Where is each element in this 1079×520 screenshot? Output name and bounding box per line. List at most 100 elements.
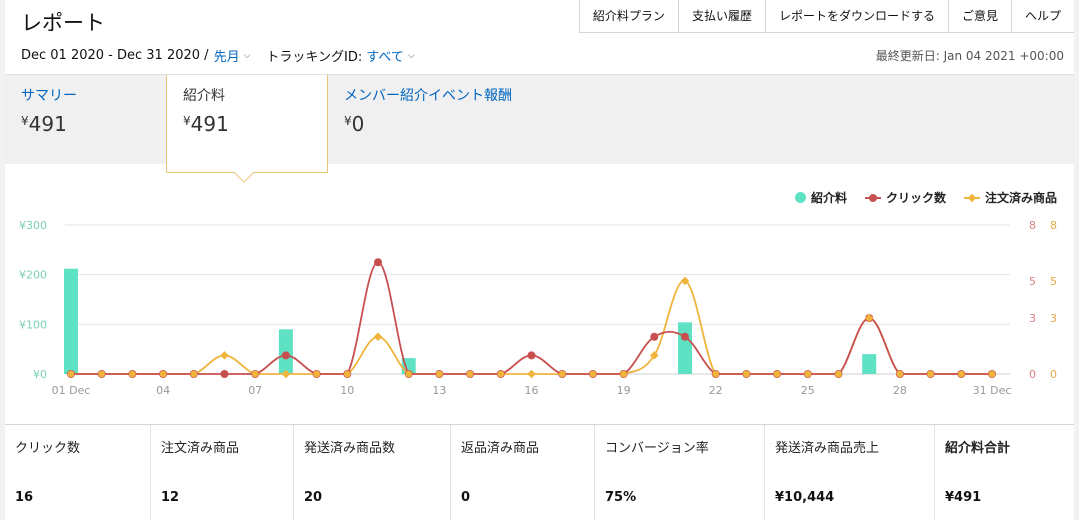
x-tick-label: 16 [525,384,539,397]
point-ordered-items [373,332,383,341]
point-ordered-items [743,370,750,378]
legend-orders[interactable]: 注文済み商品 [963,189,1057,206]
y-tick-label-clicks: 8 [1029,219,1036,232]
chart-legend: 紹介料 クリック数 注文済み商品 [794,189,1057,206]
filter-bar: Dec 01 2020 - Dec 31 2020 / 先月 ⌵ トラッキングI… [21,46,415,65]
x-tick-label: 25 [801,384,815,397]
point-ordered-items [773,370,781,378]
nav-help[interactable]: ヘルプ [1012,0,1074,32]
tab-label: サマリー [21,88,77,104]
legend-swatch [794,192,806,203]
period-dropdown[interactable]: 先月 [214,46,240,65]
legend-swatch [963,193,980,202]
metric-total-fees: 紹介料合計 ¥491 [945,441,1011,505]
summary-tabs: サマリー ¥491 紹介料 ¥491 メンバー紹介イベント報酬 ¥0 [5,74,1074,183]
nav-feedback[interactable]: ご意見 [949,0,1012,32]
metrics-row: クリック数 16 注文済み商品 12 発送済み商品数 20 返品済み商品 0 コ… [5,424,1074,520]
earnings-chart: ¥0 ¥100 ¥200 ¥300 0 3 5 8 0 3 5 8 01 Dec 04 07 10 13 16 19… [5,164,1074,424]
point-ordered-items [405,370,413,378]
legend-fees[interactable]: 紹介料 [794,189,847,206]
report-page: レポート 紹介料プラン 支払い履歴 レポートをダウンロードする ご意見 ヘルプ … [5,0,1074,520]
metric-clicks: クリック数 16 [5,425,151,520]
point-clicks [527,351,536,360]
tab-label: メンバー紹介イベント報酬 [344,88,512,104]
legend-clicks[interactable]: クリック数 [864,189,946,206]
point-clicks [220,370,229,378]
point-ordered-items [466,370,474,378]
page-title: レポート [21,11,105,35]
point-clicks [374,258,382,267]
metric-ordered-items: 注文済み商品 12 [151,425,294,520]
point-ordered-items [988,370,996,378]
y-tick-label-clicks: 3 [1029,312,1036,325]
point-ordered-items [558,370,566,378]
tab-value: ¥491 [21,112,67,136]
chevron-down-icon[interactable]: ⌵ [408,51,415,61]
metric-shipped-revenue: 発送済み商品売上 ¥10,444 [765,425,935,520]
y-tick-label-left: ¥100 [19,318,47,331]
nav-download-report[interactable]: レポートをダウンロードする [766,0,949,32]
point-ordered-items [864,313,874,323]
point-ordered-items [220,351,229,360]
point-ordered-items [190,370,198,378]
point-ordered-items [527,369,536,379]
point-ordered-items [251,370,259,378]
x-tick-label: 04 [156,384,170,397]
point-ordered-items [896,370,904,378]
point-clicks [650,332,659,341]
tab-summary[interactable]: サマリー ¥491 [5,75,166,165]
point-ordered-items [343,370,351,378]
point-ordered-items [804,370,812,378]
last-updated: 最終更新日: Jan 04 2021 +00:00 [875,49,1064,63]
x-tick-label: 07 [248,384,262,397]
legend-swatch [864,193,881,202]
y-tick-label-orders: 8 [1050,219,1057,232]
point-ordered-items [835,370,842,378]
tab-value: ¥491 [183,112,229,136]
tab-member-referral-bounty[interactable]: メンバー紹介イベント報酬 ¥0 [328,75,558,165]
x-tick-label: 01 Dec [52,384,91,397]
x-tick-label: 19 [617,384,631,397]
point-clicks [281,351,290,360]
date-range: Dec 01 2020 - Dec 31 2020 / [21,48,209,63]
point-ordered-items [67,370,75,378]
top-nav: 紹介料プラン 支払い履歴 レポートをダウンロードする ご意見 ヘルプ [578,0,1074,33]
line-ordered-items [70,279,992,375]
x-tick-label: 31 Dec [973,384,1012,397]
tab-label: 紹介料 [183,88,225,104]
tracking-id-dropdown[interactable]: すべて [366,46,404,65]
metric-shipped-items: 発送済み商品数 20 [294,425,451,520]
y-tick-label-left: ¥200 [19,269,47,282]
bar-referral-fee [862,354,877,374]
point-ordered-items [589,370,597,378]
x-tick-label: 22 [709,384,723,397]
x-tick-label: 13 [432,384,446,397]
chevron-down-icon[interactable]: ⌵ [244,51,251,61]
y-tick-label-clicks: 5 [1029,275,1036,288]
y-tick-label-orders: 0 [1050,368,1057,381]
tab-value: ¥0 [344,112,365,136]
point-ordered-items [957,370,965,378]
tab-referral-fees[interactable]: 紹介料 ¥491 [166,75,328,183]
nav-payment-history[interactable]: 支払い履歴 [679,0,766,32]
point-ordered-items [98,370,106,378]
point-ordered-items [313,370,320,378]
point-ordered-items [436,370,443,378]
tracking-id-label: トラッキングID: [266,50,363,65]
point-ordered-items [129,370,136,378]
y-tick-label-orders: 5 [1050,275,1057,288]
point-ordered-items [712,370,720,378]
x-tick-label: 10 [340,384,354,397]
y-tick-label-left: ¥300 [19,219,47,232]
point-ordered-items [497,370,505,378]
y-tick-label-left: ¥0 [33,368,47,381]
bar-referral-fee [678,322,692,374]
x-tick-label: 28 [893,384,907,397]
nav-fee-plan[interactable]: 紹介料プラン [580,0,679,32]
point-ordered-items [927,370,934,378]
point-ordered-items [620,370,627,378]
metric-conversion-rate: コンバージョン率 75% [595,425,765,520]
y-tick-label-orders: 3 [1050,312,1057,325]
point-ordered-items [159,370,167,378]
y-tick-label-clicks: 0 [1029,368,1036,381]
